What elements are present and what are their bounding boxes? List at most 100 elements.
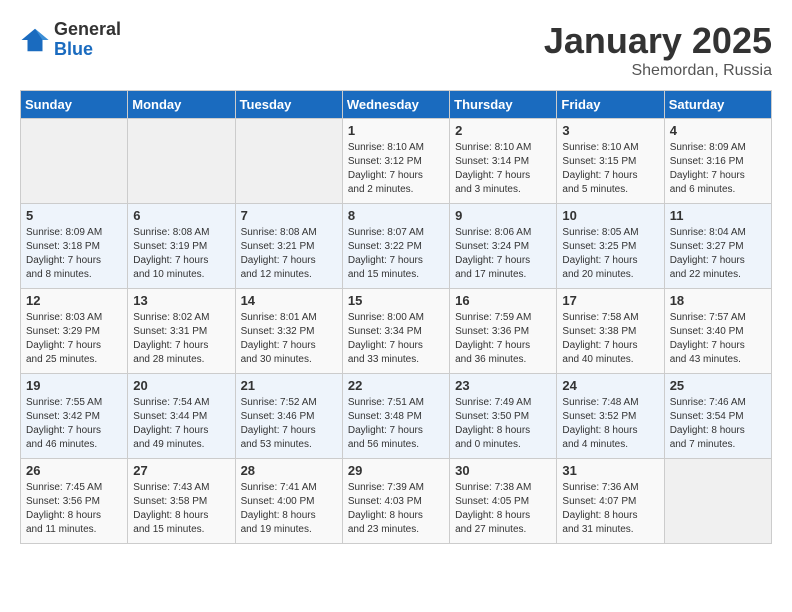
day-info: Sunrise: 7:57 AM Sunset: 3:40 PM Dayligh… xyxy=(670,311,766,367)
day-info: Sunrise: 8:09 AM Sunset: 3:18 PM Dayligh… xyxy=(26,226,122,282)
logo: General Blue xyxy=(20,20,121,60)
calendar-cell xyxy=(128,119,235,204)
day-number: 24 xyxy=(562,378,658,393)
calendar-cell: 10 Sunrise: 8:05 AM Sunset: 3:25 PM Dayli… xyxy=(557,204,664,289)
calendar-cell: 8Sunrise: 8:07 AM Sunset: 3:22 PM Daylig… xyxy=(342,204,449,289)
calendar-cell: 29 Sunrise: 7:39 AM Sunset: 4:03 PM Dayli… xyxy=(342,459,449,544)
subtitle: Shemordan, Russia xyxy=(544,62,772,80)
header-tuesday: Tuesday xyxy=(235,91,342,119)
calendar-cell: 21 Sunrise: 7:52 AM Sunset: 3:46 PM Dayli… xyxy=(235,374,342,459)
day-info: Sunrise: 8:05 AM Sunset: 3:25 PM Dayligh… xyxy=(562,226,658,282)
week-row-3: 12 Sunrise: 8:03 AM Sunset: 3:29 PM Dayli… xyxy=(21,289,772,374)
day-number: 18 xyxy=(670,293,766,308)
day-number: 16 xyxy=(455,293,551,308)
calendar-cell: 4Sunrise: 8:09 AM Sunset: 3:16 PM Daylig… xyxy=(664,119,771,204)
page-header: General Blue January 2025 Shemordan, Rus… xyxy=(20,20,772,80)
calendar-cell: 18 Sunrise: 7:57 AM Sunset: 3:40 PM Dayli… xyxy=(664,289,771,374)
calendar-cell: 3Sunrise: 8:10 AM Sunset: 3:15 PM Daylig… xyxy=(557,119,664,204)
day-number: 30 xyxy=(455,463,551,478)
day-info: Sunrise: 8:08 AM Sunset: 3:21 PM Dayligh… xyxy=(241,226,337,282)
day-number: 29 xyxy=(348,463,444,478)
day-info: Sunrise: 7:45 AM Sunset: 3:56 PM Dayligh… xyxy=(26,481,122,537)
day-number: 10 xyxy=(562,208,658,223)
day-info: Sunrise: 8:02 AM Sunset: 3:31 PM Dayligh… xyxy=(133,311,229,367)
day-info: Sunrise: 7:52 AM Sunset: 3:46 PM Dayligh… xyxy=(241,396,337,452)
day-number: 1 xyxy=(348,123,444,138)
header-monday: Monday xyxy=(128,91,235,119)
day-number: 13 xyxy=(133,293,229,308)
day-info: Sunrise: 7:39 AM Sunset: 4:03 PM Dayligh… xyxy=(348,481,444,537)
calendar-cell: 12 Sunrise: 8:03 AM Sunset: 3:29 PM Dayli… xyxy=(21,289,128,374)
header-sunday: Sunday xyxy=(21,91,128,119)
day-number: 2 xyxy=(455,123,551,138)
calendar-table: SundayMondayTuesdayWednesdayThursdayFrid… xyxy=(20,90,772,544)
day-info: Sunrise: 7:51 AM Sunset: 3:48 PM Dayligh… xyxy=(348,396,444,452)
day-number: 15 xyxy=(348,293,444,308)
calendar-header-row: SundayMondayTuesdayWednesdayThursdayFrid… xyxy=(21,91,772,119)
calendar-cell: 24 Sunrise: 7:48 AM Sunset: 3:52 PM Dayli… xyxy=(557,374,664,459)
day-number: 12 xyxy=(26,293,122,308)
header-thursday: Thursday xyxy=(450,91,557,119)
calendar-cell: 22 Sunrise: 7:51 AM Sunset: 3:48 PM Dayli… xyxy=(342,374,449,459)
calendar-cell: 9Sunrise: 8:06 AM Sunset: 3:24 PM Daylig… xyxy=(450,204,557,289)
day-number: 23 xyxy=(455,378,551,393)
day-number: 20 xyxy=(133,378,229,393)
logo-text: General Blue xyxy=(54,20,121,60)
week-row-5: 26Sunrise: 7:45 AM Sunset: 3:56 PM Dayli… xyxy=(21,459,772,544)
calendar-cell xyxy=(235,119,342,204)
day-number: 3 xyxy=(562,123,658,138)
day-number: 14 xyxy=(241,293,337,308)
calendar-cell: 28 Sunrise: 7:41 AM Sunset: 4:00 PM Dayli… xyxy=(235,459,342,544)
calendar-cell: 1 Sunrise: 8:10 AM Sunset: 3:12 PM Daylig… xyxy=(342,119,449,204)
day-info: Sunrise: 7:49 AM Sunset: 3:50 PM Dayligh… xyxy=(455,396,551,452)
calendar-cell: 31 Sunrise: 7:36 AM Sunset: 4:07 PM Dayli… xyxy=(557,459,664,544)
day-number: 21 xyxy=(241,378,337,393)
header-wednesday: Wednesday xyxy=(342,91,449,119)
calendar-cell: 30 Sunrise: 7:38 AM Sunset: 4:05 PM Dayli… xyxy=(450,459,557,544)
day-info: Sunrise: 8:07 AM Sunset: 3:22 PM Dayligh… xyxy=(348,226,444,282)
main-title: January 2025 xyxy=(544,20,772,62)
week-row-4: 19 Sunrise: 7:55 AM Sunset: 3:42 PM Dayli… xyxy=(21,374,772,459)
title-block: January 2025 Shemordan, Russia xyxy=(544,20,772,80)
day-info: Sunrise: 7:58 AM Sunset: 3:38 PM Dayligh… xyxy=(562,311,658,367)
calendar-cell: 16Sunrise: 7:59 AM Sunset: 3:36 PM Dayli… xyxy=(450,289,557,374)
day-info: Sunrise: 7:55 AM Sunset: 3:42 PM Dayligh… xyxy=(26,396,122,452)
calendar-cell: 6 Sunrise: 8:08 AM Sunset: 3:19 PM Daylig… xyxy=(128,204,235,289)
day-number: 31 xyxy=(562,463,658,478)
day-info: Sunrise: 8:03 AM Sunset: 3:29 PM Dayligh… xyxy=(26,311,122,367)
week-row-1: 1 Sunrise: 8:10 AM Sunset: 3:12 PM Daylig… xyxy=(21,119,772,204)
day-info: Sunrise: 8:08 AM Sunset: 3:19 PM Dayligh… xyxy=(133,226,229,282)
day-number: 28 xyxy=(241,463,337,478)
logo-blue: Blue xyxy=(54,40,121,60)
day-number: 19 xyxy=(26,378,122,393)
day-number: 27 xyxy=(133,463,229,478)
week-row-2: 5 Sunrise: 8:09 AM Sunset: 3:18 PM Daylig… xyxy=(21,204,772,289)
calendar-cell xyxy=(21,119,128,204)
day-info: Sunrise: 8:00 AM Sunset: 3:34 PM Dayligh… xyxy=(348,311,444,367)
calendar-cell: 19 Sunrise: 7:55 AM Sunset: 3:42 PM Dayli… xyxy=(21,374,128,459)
day-number: 7 xyxy=(241,208,337,223)
header-friday: Friday xyxy=(557,91,664,119)
logo-icon xyxy=(20,25,50,55)
day-info: Sunrise: 7:41 AM Sunset: 4:00 PM Dayligh… xyxy=(241,481,337,537)
calendar-cell xyxy=(664,459,771,544)
day-info: Sunrise: 7:38 AM Sunset: 4:05 PM Dayligh… xyxy=(455,481,551,537)
day-info: Sunrise: 7:54 AM Sunset: 3:44 PM Dayligh… xyxy=(133,396,229,452)
day-number: 22 xyxy=(348,378,444,393)
calendar-cell: 25Sunrise: 7:46 AM Sunset: 3:54 PM Dayli… xyxy=(664,374,771,459)
calendar-cell: 15 Sunrise: 8:00 AM Sunset: 3:34 PM Dayli… xyxy=(342,289,449,374)
calendar-cell: 11Sunrise: 8:04 AM Sunset: 3:27 PM Dayli… xyxy=(664,204,771,289)
day-info: Sunrise: 8:10 AM Sunset: 3:12 PM Dayligh… xyxy=(348,141,444,197)
calendar-cell: 26Sunrise: 7:45 AM Sunset: 3:56 PM Dayli… xyxy=(21,459,128,544)
day-info: Sunrise: 7:48 AM Sunset: 3:52 PM Dayligh… xyxy=(562,396,658,452)
day-number: 5 xyxy=(26,208,122,223)
day-info: Sunrise: 8:09 AM Sunset: 3:16 PM Dayligh… xyxy=(670,141,766,197)
header-saturday: Saturday xyxy=(664,91,771,119)
day-info: Sunrise: 7:43 AM Sunset: 3:58 PM Dayligh… xyxy=(133,481,229,537)
calendar-cell: 13 Sunrise: 8:02 AM Sunset: 3:31 PM Dayli… xyxy=(128,289,235,374)
day-info: Sunrise: 8:06 AM Sunset: 3:24 PM Dayligh… xyxy=(455,226,551,282)
calendar-cell: 23 Sunrise: 7:49 AM Sunset: 3:50 PM Dayli… xyxy=(450,374,557,459)
day-info: Sunrise: 7:36 AM Sunset: 4:07 PM Dayligh… xyxy=(562,481,658,537)
day-number: 6 xyxy=(133,208,229,223)
calendar-cell: 20 Sunrise: 7:54 AM Sunset: 3:44 PM Dayli… xyxy=(128,374,235,459)
